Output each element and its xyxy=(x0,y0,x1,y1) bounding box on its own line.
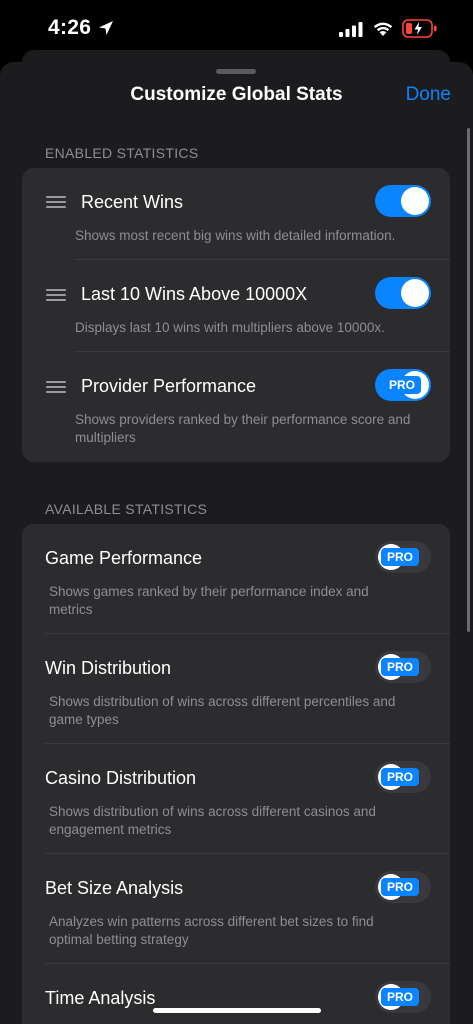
customize-sheet: Customize Global Stats Done ENABLED STAT… xyxy=(0,62,473,1024)
list-item-last-10-wins[interactable]: Last 10 Wins Above 10000X Displays last … xyxy=(22,260,450,352)
stat-title: Game Performance xyxy=(45,548,203,568)
casino-distribution-pro-toggle[interactable]: PRO xyxy=(375,761,431,793)
stat-description: Analyzes win patterns across different b… xyxy=(49,914,374,947)
sheet-grabber[interactable] xyxy=(216,69,256,74)
list-item-game-performance[interactable]: Game Performance Shows games ranked by t… xyxy=(22,524,450,634)
recent-wins-toggle[interactable] xyxy=(375,185,431,217)
stat-description: Shows games ranked by their performance … xyxy=(49,584,369,617)
stat-title: Win Distribution xyxy=(45,658,172,678)
home-indicator[interactable] xyxy=(153,1008,321,1013)
stat-title: Provider Performance xyxy=(81,376,257,396)
bet-size-analysis-pro-toggle[interactable]: PRO xyxy=(375,871,431,903)
sheet-title: Customize Global Stats xyxy=(130,84,343,105)
stat-description: Shows providers ranked by their performa… xyxy=(75,412,411,445)
pro-badge: PRO xyxy=(381,658,419,676)
list-item-recent-wins[interactable]: Recent Wins Shows most recent big wins w… xyxy=(22,168,450,260)
stat-title: Recent Wins xyxy=(81,192,184,212)
list-item-win-distribution[interactable]: Win Distribution Shows distribution of w… xyxy=(22,634,450,744)
cellular-signal-icon xyxy=(339,22,363,37)
available-section-heading: AVAILABLE STATISTICS xyxy=(45,501,208,517)
list-item-casino-distribution[interactable]: Casino Distribution Shows distribution o… xyxy=(22,744,450,854)
list-item-provider-performance[interactable]: Provider Performance Shows providers ran… xyxy=(22,352,450,462)
status-time: 4:26 xyxy=(48,16,92,39)
wifi-icon xyxy=(373,22,393,36)
stat-description: Displays last 10 wins with multipliers a… xyxy=(75,320,385,335)
list-item-bet-size-analysis[interactable]: Bet Size Analysis Analyzes win patterns … xyxy=(22,854,450,964)
last-10-wins-toggle[interactable] xyxy=(375,277,431,309)
drag-handle-icon[interactable] xyxy=(46,196,66,208)
stat-title: Last 10 Wins Above 10000X xyxy=(81,284,308,304)
done-button[interactable]: Done xyxy=(406,84,451,106)
stat-description: Shows most recent big wins with detailed… xyxy=(75,228,396,243)
enabled-section-heading: ENABLED STATISTICS xyxy=(45,145,199,161)
stat-description: Shows distribution of wins across differ… xyxy=(49,694,396,727)
pro-badge: PRO xyxy=(381,878,419,896)
game-performance-pro-toggle[interactable]: PRO xyxy=(375,541,431,573)
time-analysis-pro-toggle[interactable]: PRO xyxy=(375,981,431,1013)
provider-performance-pro-toggle[interactable]: PRO xyxy=(375,369,431,401)
drag-handle-icon[interactable] xyxy=(46,289,66,301)
stat-description: Shows distribution of wins across differ… xyxy=(49,804,376,837)
enabled-stats-list: Recent Wins Shows most recent big wins w… xyxy=(22,168,450,462)
pro-badge: PRO xyxy=(381,988,419,1006)
pro-badge: PRO xyxy=(383,376,421,394)
available-stats-list: Game Performance Shows games ranked by t… xyxy=(22,524,450,1024)
battery-charging-icon xyxy=(402,19,437,38)
stat-title: Casino Distribution xyxy=(45,768,197,788)
scrollbar[interactable] xyxy=(467,128,470,632)
location-arrow-icon xyxy=(99,21,113,35)
win-distribution-pro-toggle[interactable]: PRO xyxy=(375,651,431,683)
pro-badge: PRO xyxy=(381,768,419,786)
stat-title: Bet Size Analysis xyxy=(45,878,184,898)
list-item-time-analysis[interactable]: Time Analysis PRO xyxy=(22,964,450,1024)
stat-title: Time Analysis xyxy=(45,988,156,1008)
pro-badge: PRO xyxy=(381,548,419,566)
drag-handle-icon[interactable] xyxy=(46,381,66,393)
